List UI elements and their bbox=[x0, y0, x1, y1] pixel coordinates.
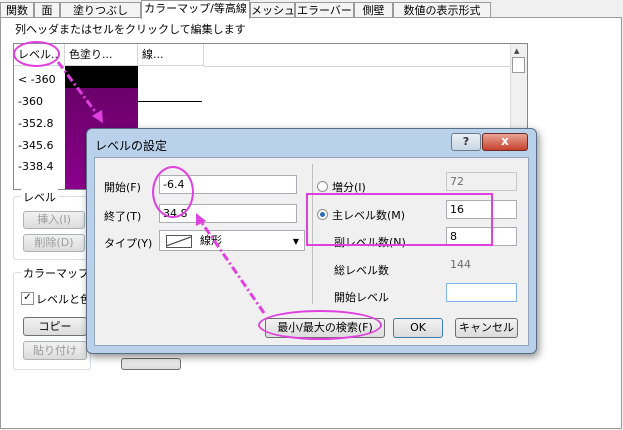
arrowhead-icon bbox=[92, 110, 103, 123]
annotation-arrows bbox=[56, 61, 266, 314]
arrow-line bbox=[56, 61, 102, 119]
tab-colormap-contour[interactable]: カラーマップ/等高線 bbox=[141, 0, 250, 19]
arrow-line bbox=[198, 219, 266, 314]
